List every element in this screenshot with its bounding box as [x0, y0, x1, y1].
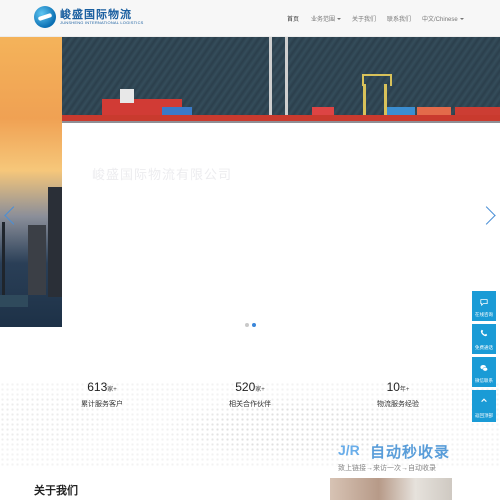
- float-label: 在线咨询: [475, 312, 493, 317]
- stat-unit: 年+: [399, 387, 410, 393]
- watermark-subtext: 致上链接→来访一次→自动收录: [338, 465, 436, 472]
- stat-clients: 613家+ 累计服务客户: [42, 378, 162, 409]
- float-label: 微信联系: [475, 378, 493, 383]
- carousel-next-icon[interactable]: [484, 205, 494, 229]
- nav-language[interactable]: 中文/Chinese: [422, 14, 464, 23]
- stat-unit: 家+: [255, 387, 265, 393]
- chevron-down-icon: [459, 18, 464, 21]
- chevron-down-icon: [337, 18, 342, 21]
- nav-language-label: 中文/Chinese: [422, 17, 458, 23]
- about-image: [330, 478, 452, 500]
- stat-label: 物流服务经验: [377, 401, 419, 408]
- watermark-badge: J/R 自动秒收录 致上链接→来访一次→自动收录: [338, 440, 488, 480]
- slide-caption: 峻盛国际物流有限公司: [92, 167, 233, 182]
- hero-carousel: 峻盛国际物流有限公司: [0, 37, 500, 327]
- nav-services-label: 业务范围: [311, 17, 336, 23]
- floating-contact-bar: 在线咨询 免费通话 微信联系 返回顶部: [472, 291, 496, 422]
- stat-experience: 10年+ 物流服务经验: [338, 378, 458, 409]
- float-label: 免费通话: [475, 345, 493, 350]
- slide-prev-image: [0, 37, 62, 327]
- online-chat-button[interactable]: 在线咨询: [472, 291, 496, 321]
- stat-unit: 家+: [107, 387, 117, 393]
- nav-services[interactable]: 业务范围: [311, 14, 342, 23]
- carousel-dots: [245, 314, 259, 327]
- nav-about[interactable]: 关于我们: [352, 14, 376, 23]
- wechat-icon: [480, 364, 488, 372]
- nav-contact[interactable]: 联系我们: [387, 14, 411, 23]
- stat-label: 相关合作伙伴: [229, 401, 271, 408]
- phone-icon: [480, 329, 488, 337]
- stat-partners: 520家+ 相关合作伙伴: [190, 378, 310, 409]
- arrow-up-icon: [481, 398, 487, 402]
- main-nav: 首页 业务范围 关于我们 联系我们 中文/Chinese: [0, 14, 500, 24]
- stat-value: 10: [386, 380, 400, 394]
- stat-value: 613: [87, 380, 108, 394]
- stat-value: 520: [235, 380, 256, 394]
- about-heading: 关于我们: [34, 485, 78, 497]
- chat-icon: [480, 299, 488, 306]
- back-to-top-button[interactable]: 返回顶部: [472, 390, 496, 422]
- site-header: 峻盛国际物流 JUNSHENG INTERNATIONAL LOGISTICS …: [0, 0, 500, 37]
- nav-home[interactable]: 首页: [287, 14, 299, 23]
- wechat-button[interactable]: 微信联系: [472, 357, 496, 387]
- float-label: 返回顶部: [475, 413, 493, 418]
- carousel-prev-icon[interactable]: [4, 205, 14, 229]
- watermark-text: 自动秒收录: [370, 444, 451, 461]
- free-call-button[interactable]: 免费通话: [472, 324, 496, 354]
- stat-label: 累计服务客户: [81, 401, 123, 408]
- watermark-logo: J/R: [338, 442, 360, 458]
